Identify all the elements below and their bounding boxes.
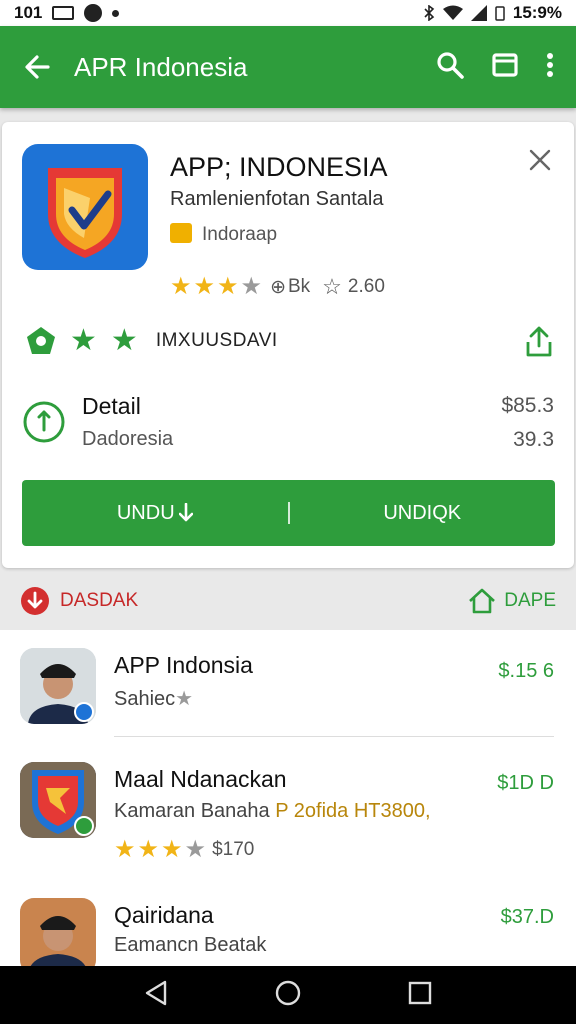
list-item[interactable]: Maal Ndanackan Kamaran Banaha P 2ofida H… [0,762,576,882]
list-item-subtitle-text: Sahiec [114,688,176,710]
nav-recents-button[interactable] [407,980,433,1011]
status-time: 15:9% [512,3,562,22]
nav-home-icon [275,980,301,1005]
status-bar: 101 15:9% [0,0,576,26]
install-left-button[interactable]: UNDU [22,502,288,525]
star-badge-icon: ★ [110,324,138,357]
star-badge-icon: ★ [70,324,97,357]
install-left-label: UNDU [116,501,175,524]
install-bar: UNDU UNDIQK [22,480,555,546]
star-icon: ★ [137,836,160,863]
battery-icon [495,6,505,21]
list-item-title: Qairidana [114,902,214,928]
detail-title: Detail [82,393,141,419]
install-right-button[interactable]: UNDIQK [290,502,556,525]
detail-subtitle: Dadoresia [82,428,174,450]
star-outline-icon: ☆ [322,274,342,299]
bluetooth-icon [424,5,435,21]
section-header: DASDAK DAPE [0,572,576,630]
search-button[interactable] [436,51,464,84]
verified-badge-icon [74,702,94,722]
avatar [20,648,96,724]
star-icon: ★ [161,836,183,863]
list-item-subtitle-accent: P 2ofida HT3800, [275,800,431,822]
section-left-label[interactable]: DASDAK [60,590,138,612]
divider [114,736,554,737]
signal-icon [470,5,487,21]
avatar [20,762,96,838]
shield-badge-icon [27,327,55,354]
star-empty-icon: ★ [184,836,207,863]
price-bottom: 39.3 [513,428,554,451]
list-item-rating: ★ ★ ★ ★ $170 [114,838,254,862]
more-vert-icon [547,52,553,77]
info-icon [22,400,66,449]
download-count-icon: ⊕ [270,276,286,298]
list-item-title: APP Indonsia [114,652,253,678]
back-button[interactable] [0,54,74,80]
section-right-link[interactable]: DAPE [468,588,556,614]
review-score: 2.60 [347,276,385,297]
app-bar: APR Indonesia [0,26,576,108]
list-item-subtitle: Eamancn Beatak [114,934,267,956]
list-item-subtitle: Sahiec★ [114,688,193,711]
developer-badge-icon [170,223,192,243]
app-bar-title: APR Indonesia [74,51,248,82]
star-icon: ★ [175,688,194,710]
badge-row: ★ ★ IMXUUSDAVI [26,326,278,356]
verified-badge-icon [74,816,94,836]
list-item-price: $.15 6 [498,660,554,682]
list-item-price: $37.D [500,906,554,928]
price-top: $85.3 [501,394,554,417]
app-logo [22,144,148,270]
window-button[interactable] [492,52,518,82]
list-item-price: $1D D [497,772,554,794]
list-item-subtitle-text: Kamaran Banaha [114,800,270,822]
home-icon [469,588,496,614]
close-icon [529,149,551,171]
more-options-button[interactable] [546,52,554,83]
developer-name: Indoraap [202,224,278,245]
search-icon [437,51,464,79]
star-icon: ★ [217,273,239,300]
nav-home-button[interactable] [274,979,302,1012]
nav-recents-icon [409,981,432,1004]
star-icon: ★ [114,836,136,863]
list-item-rating-text: $170 [212,839,255,860]
share-icon [526,326,552,357]
app-rating: ★ ★ ★ ★ ⊕ Bk ☆ 2.60 [170,274,385,300]
wifi-icon [442,5,463,20]
close-button[interactable] [528,148,552,177]
window-icon [492,52,518,77]
app-notification-icon [84,4,103,22]
system-nav-bar [0,966,576,1024]
app-subtitle: Ramlenienfotan Santala [170,188,384,210]
notification-icon [52,6,75,20]
avatar [20,898,96,966]
list-item-title: Maal Ndanackan [114,766,287,792]
status-left-text: 101 [14,3,43,22]
badge-label: IMXUUSDAVI [155,330,278,351]
download-arrow-icon [178,503,193,522]
star-icon: ★ [170,273,192,300]
list-item[interactable]: Qairidana Eamancn Beatak $37.D [0,898,576,966]
list-item[interactable]: APP Indonsia Sahiec★ $.15 6 [0,648,576,748]
section-right-label: DAPE [504,590,556,611]
app-title: APP; INDONESIA [170,152,388,182]
install-right-label: UNDIQK [383,501,462,524]
nav-back-icon [145,980,166,1005]
app-detail-card: APP; INDONESIA Ramlenienfotan Santala In… [2,122,574,568]
list-item-subtitle: Kamaran Banaha P 2ofida HT3800, [114,800,431,823]
app-list: APP Indonsia Sahiec★ $.15 6 Maal Ndanack… [0,630,576,966]
rating-count: Bk [287,276,311,297]
dot-icon [112,9,120,17]
star-empty-icon: ★ [240,273,263,300]
back-arrow-icon [25,55,50,79]
nav-back-button[interactable] [143,979,169,1012]
download-circle-icon [21,587,49,615]
star-icon: ★ [193,273,216,300]
share-button[interactable] [524,326,554,363]
